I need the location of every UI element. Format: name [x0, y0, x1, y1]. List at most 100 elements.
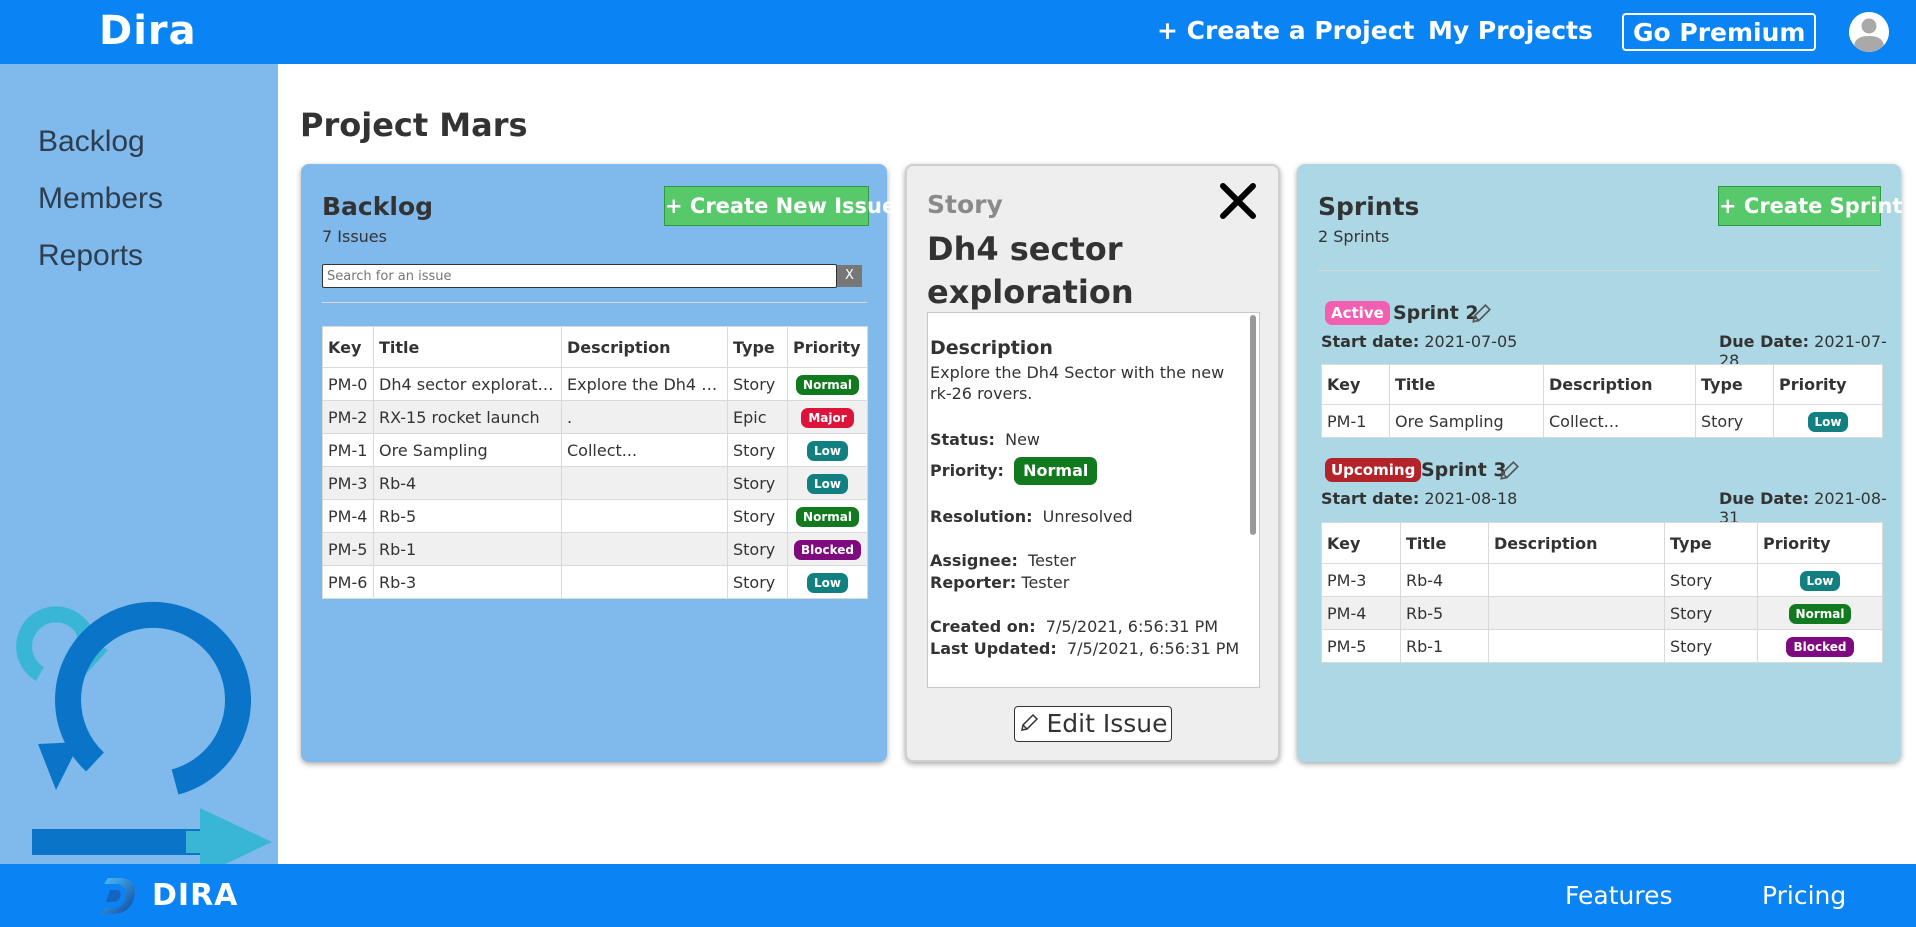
issue-search-input[interactable] [322, 264, 837, 288]
issue-detail-title: Dh4 sector exploration [927, 230, 1134, 311]
table-row[interactable]: PM-4 Rb-5 Story Normal [1321, 596, 1883, 630]
table-row[interactable]: PM-3 Rb-4 Story Low [322, 466, 868, 500]
issue-title: Dh4 sector exploration [373, 367, 562, 401]
sidebar-item-backlog[interactable]: Backlog [38, 125, 145, 159]
issue-type: Story [727, 367, 788, 401]
issue-title: Rb-1 [373, 532, 562, 566]
sprints-panel: Sprints 2 Sprints + Create Sprint Active… [1297, 164, 1902, 762]
search-clear-button[interactable]: X [837, 265, 862, 287]
column-header[interactable]: Title [1400, 522, 1489, 564]
issue-key: PM-5 [1321, 629, 1401, 663]
column-header[interactable]: Type [1664, 522, 1758, 564]
table-header-row: Key Title Description Type Priority [1321, 364, 1883, 405]
updated-label: Last Updated: [930, 639, 1057, 658]
sprints-title: Sprints [1318, 192, 1420, 221]
column-header[interactable]: Type [1695, 364, 1774, 405]
dira-logo-icon[interactable] [94, 872, 142, 920]
issue-description [561, 565, 728, 599]
sidebar-item-reports[interactable]: Reports [38, 239, 143, 273]
edit-issue-label: Edit Issue [1046, 709, 1168, 738]
issue-key: PM-3 [1321, 563, 1401, 597]
close-icon[interactable] [1219, 182, 1257, 220]
column-header[interactable]: Description [561, 326, 728, 368]
issue-type: Story [727, 565, 788, 599]
column-header[interactable]: Priority [1773, 364, 1883, 405]
create-sprint-button[interactable]: + Create Sprint [1718, 186, 1902, 226]
priority-badge: Low [807, 572, 848, 593]
brand-logo[interactable]: Dira [99, 8, 197, 54]
issue-key: PM-4 [322, 499, 374, 533]
issue-title: Ore Sampling [1389, 404, 1544, 438]
column-header[interactable]: Priority [1757, 522, 1883, 564]
issue-title: Ore Sampling [373, 433, 562, 467]
footer-pricing-link[interactable]: Pricing [1762, 881, 1846, 910]
priority-badge: Blocked [1786, 636, 1854, 657]
issue-key: PM-6 [322, 565, 374, 599]
table-row[interactable]: PM-2 RX-15 rocket launch . Epic Major [322, 400, 868, 434]
start-date-label: Start date: [1321, 332, 1420, 351]
start-date-value: 2021-08-18 [1424, 489, 1518, 508]
column-header[interactable]: Key [1321, 522, 1401, 564]
updated-value: 7/5/2021, 6:56:31 PM [1066, 639, 1240, 658]
sprint-name: Sprint 2 [1393, 302, 1479, 324]
pencil-icon[interactable] [1498, 460, 1520, 482]
column-header[interactable]: Key [322, 326, 374, 368]
column-header[interactable]: Description [1543, 364, 1696, 405]
my-projects-link[interactable]: My Projects [1428, 16, 1593, 45]
issue-title: Rb-4 [373, 466, 562, 500]
issue-detail-scrollbox[interactable]: Description Explore the Dh4 Sector with … [927, 312, 1260, 688]
create-project-link[interactable]: + Create a Project [1157, 16, 1414, 45]
issue-type: Story [727, 532, 788, 566]
description-label: Description [930, 337, 1053, 359]
issue-description: Collect... [561, 433, 728, 467]
description-text: Explore the Dh4 Sector with the new rk-2… [930, 363, 1225, 403]
due-date-label: Due Date: [1719, 489, 1810, 508]
priority-badge: Low [1799, 570, 1841, 591]
issue-description [561, 499, 728, 533]
footer-features-link[interactable]: Features [1565, 881, 1673, 910]
reporter-value: Tester [1021, 573, 1070, 592]
page-title: Project Mars [300, 106, 528, 144]
issue-type: Story [727, 433, 788, 467]
issue-key: PM-1 [322, 433, 374, 467]
table-row[interactable]: PM-5 Rb-1 Story Blocked [1321, 629, 1883, 663]
pencil-icon[interactable] [1470, 303, 1492, 325]
sidebar: Backlog Members Reports [0, 64, 278, 864]
column-header[interactable]: Description [1488, 522, 1665, 564]
sidebar-item-members[interactable]: Members [38, 182, 163, 216]
sprint-status-badge: Upcoming [1325, 458, 1422, 482]
user-avatar-icon[interactable] [1849, 12, 1889, 52]
table-row[interactable]: PM-3 Rb-4 Story Low [1321, 563, 1883, 597]
reporter-label: Reporter: [930, 573, 1017, 592]
table-row[interactable]: PM-1 Ore Sampling Collect... Story Low [1321, 404, 1883, 438]
start-date-label: Start date: [1321, 489, 1420, 508]
table-row[interactable]: PM-1 Ore Sampling Collect... Story Low [322, 433, 868, 467]
backlog-issue-count: 7 Issues [322, 227, 387, 246]
table-row[interactable]: PM-0 Dh4 sector exploration Explore the … [322, 367, 868, 401]
column-header[interactable]: Priority [787, 326, 868, 368]
scrollbar[interactable] [1250, 315, 1256, 535]
column-header[interactable]: Title [373, 326, 562, 368]
issue-detail-panel: Story Dh4 sector exploration Description… [905, 164, 1280, 762]
create-issue-button[interactable]: + Create New Issue [664, 186, 896, 226]
column-header[interactable]: Type [727, 326, 788, 368]
issue-description: Collect... [1543, 404, 1696, 438]
issue-key: PM-1 [1321, 404, 1390, 438]
assignee-value: Tester [1028, 551, 1076, 570]
table-row[interactable]: PM-6 Rb-3 Story Low [322, 565, 868, 599]
issue-description [1488, 563, 1665, 597]
column-header[interactable]: Title [1389, 364, 1544, 405]
issue-title: Rb-5 [1400, 596, 1489, 630]
priority-label: Priority: [930, 461, 1004, 480]
backlog-divider [322, 302, 867, 303]
table-row[interactable]: PM-5 Rb-1 Story Blocked [322, 532, 868, 566]
edit-issue-button[interactable]: Edit Issue [1014, 706, 1172, 742]
table-row[interactable]: PM-4 Rb-5 Story Normal [322, 499, 868, 533]
go-premium-button[interactable]: Go Premium [1622, 13, 1817, 51]
issue-key: PM-3 [322, 466, 374, 500]
created-label: Created on: [930, 617, 1036, 636]
table-header-row: Key Title Description Type Priority [322, 326, 868, 368]
column-header[interactable]: Key [1321, 364, 1390, 405]
issue-description [561, 466, 728, 500]
priority-badge: Low [807, 473, 848, 494]
